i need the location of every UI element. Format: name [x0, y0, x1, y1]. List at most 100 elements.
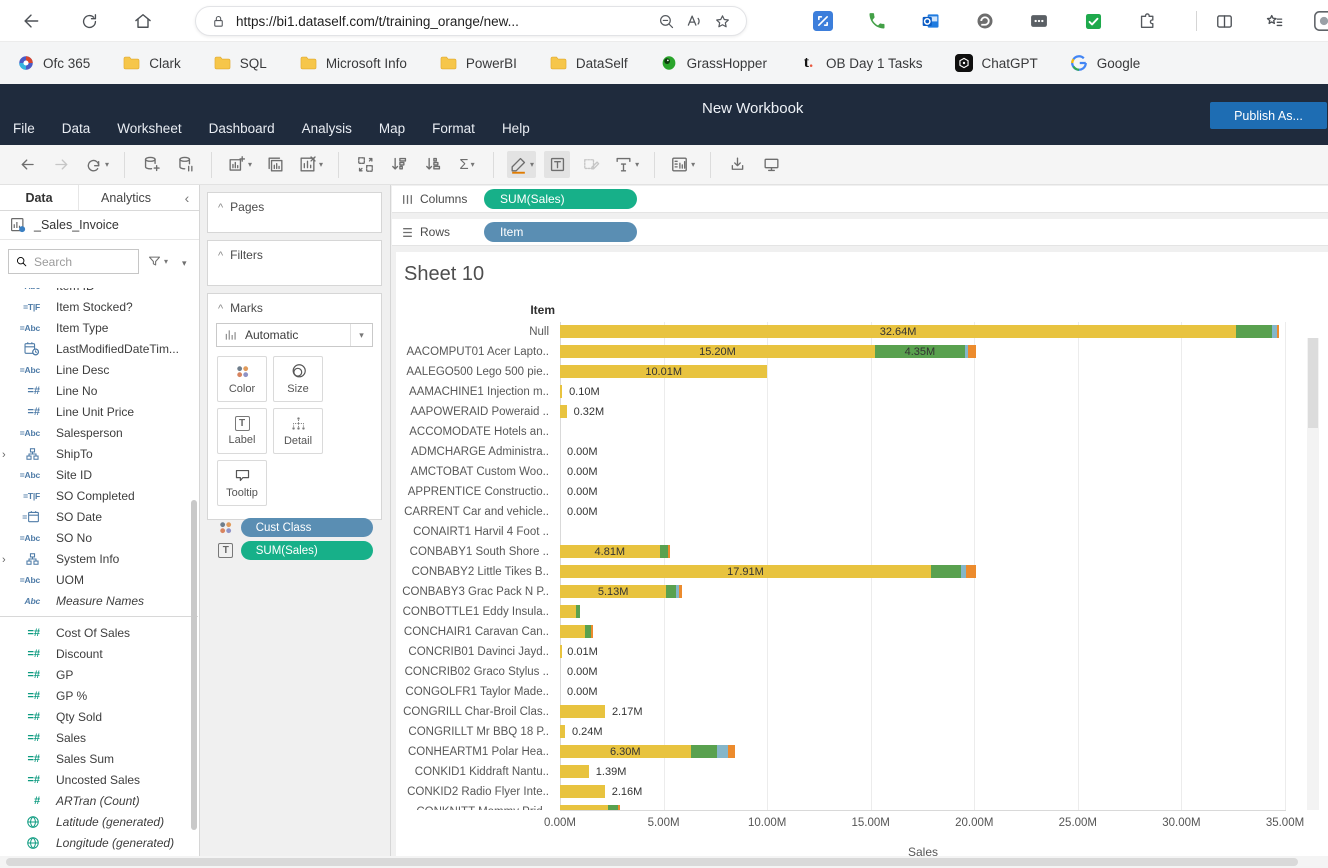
tab-analytics[interactable]: Analytics	[78, 185, 173, 210]
field-latitude-generated-[interactable]: Latitude (generated)	[0, 811, 198, 832]
totals-icon[interactable]	[454, 151, 480, 178]
add-datasource-icon[interactable]	[138, 151, 164, 178]
outlook-icon[interactable]	[914, 4, 948, 38]
chart-vertical-scrollbar[interactable]	[1307, 338, 1319, 810]
field-item-type[interactable]: =AbcItem Type	[0, 317, 198, 338]
scrollbar-thumb[interactable]	[6, 858, 1298, 866]
menu-data[interactable]: Data	[62, 121, 91, 136]
chart-row-label[interactable]: CONCRIB02 Graco Stylus ..	[396, 662, 549, 682]
rows-shelf[interactable]: Rows Item	[392, 219, 1328, 246]
browser-home-button[interactable]	[126, 4, 160, 38]
bar-segment-yellow[interactable]	[560, 605, 576, 618]
chart-row-label[interactable]: CARRENT Car and vehicle..	[396, 502, 549, 522]
field-so-no[interactable]: =AbcSO No	[0, 527, 198, 548]
field-lastmodifieddatetim-[interactable]: LastModifiedDateTim...	[0, 338, 198, 359]
mark-type-dropdown[interactable]: Automatic	[216, 323, 373, 347]
field-gp-[interactable]: =#GP %	[0, 685, 198, 706]
collapse-pane-icon[interactable]	[175, 185, 199, 210]
bookmark-item[interactable]: GrassHopper	[660, 54, 767, 73]
collections-icon[interactable]	[1257, 4, 1291, 38]
show-me-icon[interactable]	[668, 151, 697, 178]
chart-row-label[interactable]: APPRENTICE Constructio..	[396, 482, 549, 502]
browser-back-button[interactable]	[14, 4, 48, 38]
bar-segment-yellow[interactable]	[560, 705, 605, 718]
bar-segment-green[interactable]	[660, 545, 668, 558]
field-discount[interactable]: =#Discount	[0, 643, 198, 664]
favorite-star-icon[interactable]	[708, 7, 736, 35]
collapse-card-icon[interactable]	[218, 301, 223, 315]
bookmark-item[interactable]: SQL	[213, 54, 267, 73]
sort-ascending-icon[interactable]	[386, 151, 412, 178]
chart-row-label[interactable]: CONCHAIR1 Caravan Can..	[396, 622, 549, 642]
chart-row-label[interactable]: CONHEARTM1 Polar Hea..	[396, 742, 549, 762]
menu-analysis[interactable]: Analysis	[302, 121, 352, 136]
columns-pill-sum-sales[interactable]: SUM(Sales)	[484, 189, 637, 209]
field-salesperson[interactable]: =AbcSalesperson	[0, 422, 198, 443]
label-button[interactable]: Label	[217, 408, 267, 454]
todo-check-icon[interactable]	[1076, 4, 1110, 38]
field-line-unit-price[interactable]: =#Line Unit Price	[0, 401, 198, 422]
search-input[interactable]: Search	[8, 249, 139, 274]
chart-row-label[interactable]: CONAIRT1 Harvil 4 Foot ..	[396, 522, 549, 542]
chart-row-label[interactable]: CONKNITT Mommy Prid..	[396, 802, 549, 810]
bookmark-item[interactable]: t.OB Day 1 Tasks	[799, 54, 923, 73]
filter-fields-icon[interactable]	[147, 254, 168, 269]
field-uom[interactable]: =AbcUOM	[0, 569, 198, 590]
phone-icon[interactable]	[860, 4, 894, 38]
collapse-card-icon[interactable]	[218, 248, 223, 262]
back-arrow-icon[interactable]	[14, 151, 40, 178]
field-system-info[interactable]: System Info	[0, 548, 198, 569]
row-field-header[interactable]: Item	[396, 303, 555, 317]
datasource-row[interactable]: _Sales_Invoice	[0, 211, 199, 239]
field-cost-of-sales[interactable]: =#Cost Of Sales	[0, 622, 198, 643]
bar-segment-green[interactable]	[1236, 325, 1272, 338]
duplicate-sheet-icon[interactable]	[262, 151, 288, 178]
chart-row-label[interactable]: CONCRIB01 Davinci Jayd..	[396, 642, 549, 662]
chart-row-label[interactable]: AAPOWERAID Poweraid ..	[396, 402, 549, 422]
chart-row-label[interactable]: ADMCHARGE Administra..	[396, 442, 549, 462]
field-sales-sum[interactable]: =#Sales Sum	[0, 748, 198, 769]
field-gp[interactable]: =#GP	[0, 664, 198, 685]
url-text[interactable]: https://bi1.dataself.com/t/training_oran…	[236, 14, 652, 29]
chart-row-label[interactable]: CONKID1 Kiddraft Nantu..	[396, 762, 549, 782]
bar-segment-green[interactable]	[931, 565, 961, 578]
sheet-title[interactable]: Sheet 10	[404, 263, 484, 286]
presentation-icon[interactable]	[758, 151, 784, 178]
field-uncosted-sales[interactable]: =#Uncosted Sales	[0, 769, 198, 790]
bar-segment-blue[interactable]	[717, 745, 727, 758]
more-apps-icon[interactable]	[1022, 4, 1056, 38]
field-so-completed[interactable]: =T|FSO Completed	[0, 485, 198, 506]
field-artran-count-[interactable]: #ARTran (Count)	[0, 790, 198, 811]
bar-segment-orange[interactable]	[968, 345, 976, 358]
browser-extensions-icon[interactable]	[1130, 4, 1164, 38]
menu-map[interactable]: Map	[379, 121, 405, 136]
detail-button[interactable]: Detail	[273, 408, 323, 454]
bookmark-item[interactable]: Microsoft Info	[299, 54, 407, 73]
bar-segment-green[interactable]	[691, 745, 718, 758]
bookmark-item[interactable]: DataSelf	[549, 54, 628, 73]
chart-row-label[interactable]: AAMACHINE1 Injection m..	[396, 382, 549, 402]
bar-segment-orange[interactable]	[668, 545, 670, 558]
tab-data[interactable]: Data	[0, 185, 78, 210]
horizontal-scrollbar[interactable]	[0, 856, 1328, 868]
data-pane-scrollbar[interactable]	[191, 500, 197, 830]
bar-segment-orange[interactable]	[679, 585, 683, 598]
download-icon[interactable]	[724, 151, 750, 178]
field-item-stocked-[interactable]: =T|FItem Stocked?	[0, 296, 198, 317]
field-shipto[interactable]: ShipTo	[0, 443, 198, 464]
bar-segment-orange[interactable]	[591, 625, 593, 638]
chart-row-label[interactable]: AMCTOBAT Custom Woo..	[396, 462, 549, 482]
pill-sum-sales[interactable]: SUM(Sales)	[241, 541, 373, 560]
read-aloud-icon[interactable]	[680, 7, 708, 35]
rows-pill-item[interactable]: Item	[484, 222, 637, 242]
show-mark-labels-icon[interactable]	[544, 151, 570, 178]
swap-axes-icon[interactable]	[352, 151, 378, 178]
bar-segment-yellow[interactable]	[560, 645, 562, 658]
bar-segment-orange[interactable]	[1277, 325, 1279, 338]
sort-descending-icon[interactable]	[420, 151, 446, 178]
collapse-card-icon[interactable]	[218, 200, 223, 214]
bookmark-item[interactable]: Clark	[122, 54, 181, 73]
chart-row-label[interactable]: CONGOLFR1 Taylor Made..	[396, 682, 549, 702]
field-line-desc[interactable]: =AbcLine Desc	[0, 359, 198, 380]
chart-row-label[interactable]: CONGRILLT Mr BBQ 18 P..	[396, 722, 549, 742]
